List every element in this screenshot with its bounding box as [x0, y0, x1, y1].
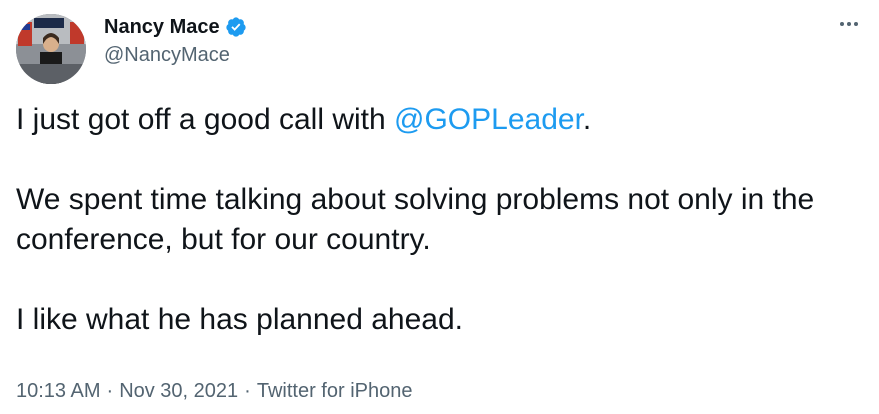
tweet-text-suffix: . — [582, 103, 592, 136]
tweet-source[interactable]: Twitter for iPhone — [257, 380, 413, 402]
avatar-image — [16, 14, 86, 84]
verified-badge-icon — [225, 16, 247, 38]
tweet-text-prefix: I just got off a good call with — [16, 103, 395, 136]
separator: · — [244, 380, 251, 402]
tweet-metadata: 10:13 AM · Nov 30, 2021 · Twitter for iPhone — [16, 378, 412, 404]
tweet-paragraph-2: We spent time talking about solving prob… — [16, 183, 815, 256]
handle[interactable]: @NancyMace — [104, 42, 247, 68]
tweet-card: Nancy Mace @NancyMace I just got off a g… — [0, 0, 879, 414]
tweet-paragraph-3: I like what he has planned ahead. — [16, 303, 463, 336]
more-dots-icon[interactable] — [837, 12, 861, 36]
avatar[interactable] — [16, 14, 86, 84]
tweet-text: I just got off a good call with @GOPLead… — [16, 100, 866, 340]
tweet-time[interactable]: 10:13 AM — [16, 380, 101, 402]
tweet-paragraph-1: I just got off a good call with @GOPLead… — [16, 100, 866, 140]
author-block: Nancy Mace @NancyMace — [104, 14, 247, 68]
name-row: Nancy Mace — [104, 14, 247, 40]
separator: · — [106, 380, 114, 402]
tweet-date[interactable]: Nov 30, 2021 — [119, 380, 238, 402]
display-name[interactable]: Nancy Mace — [104, 14, 220, 40]
mention-link[interactable]: @GOPLeader — [394, 103, 583, 136]
